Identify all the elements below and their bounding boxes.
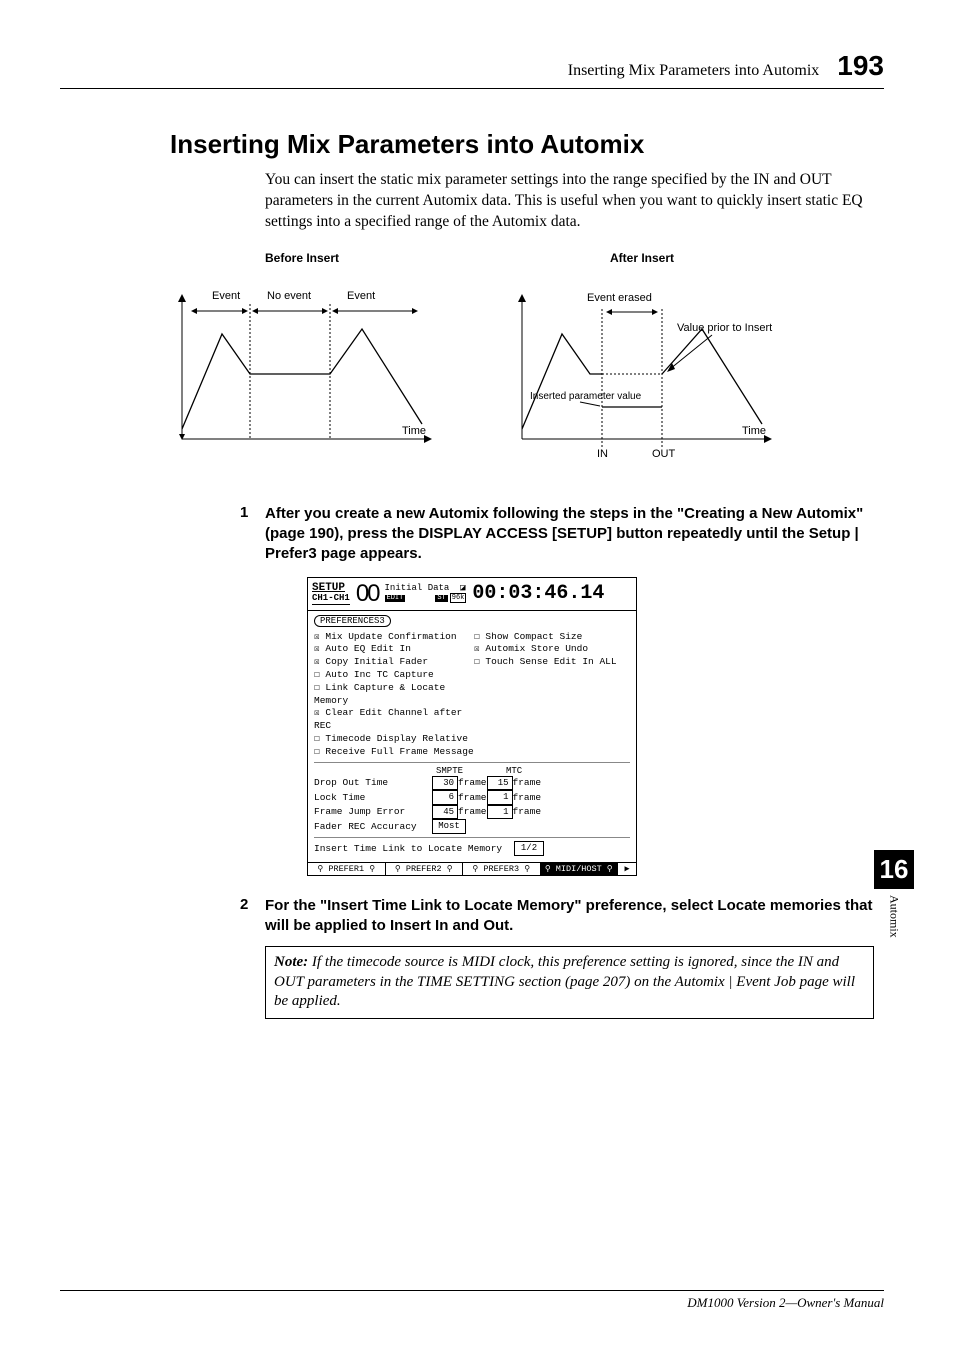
lcd-pref-row: ☒ Copy Initial Fader☐ Touch Sense Edit I… (314, 656, 630, 669)
lcd-fader-val: Most (432, 819, 466, 834)
svg-text:Value prior to Insert: Value prior to Insert (677, 322, 772, 334)
lcd-st-badge: ST (435, 595, 447, 602)
lcd-pref-right (474, 733, 630, 746)
lcd-tab: ⚲ MIDI/HOST ⚲ (541, 863, 619, 875)
lcd-value-row: Frame Jump Error45 frame 1 frame (314, 805, 630, 820)
lcd-value-row: Lock Time6 frame 1 frame (314, 790, 630, 805)
lcd-tab: ⚲ PREFER2 ⚲ (386, 863, 464, 875)
step-1-num: 1 (240, 504, 265, 565)
lcd-value-row: Drop Out Time30 frame 15 frame (314, 776, 630, 791)
lcd-pref-left: ☐ Timecode Display Relative (314, 733, 474, 746)
lcd-tab: ▶ (618, 863, 636, 875)
lcd-big-num: 00 (356, 580, 379, 608)
lcd-value-label: Frame Jump Error (314, 805, 432, 818)
note-label: Note: (274, 954, 308, 970)
footer: DM1000 Version 2—Owner's Manual (60, 1290, 884, 1311)
chapter-tab: 16 Automix (874, 850, 914, 938)
lcd-header: SETUP CH1-CH1 00 Initial Data ◪ EDIT ST9… (308, 578, 636, 611)
lcd-value-mtc: 15 (487, 776, 513, 791)
lcd-pref-left: ☐ Auto Inc TC Capture (314, 669, 474, 682)
lcd-tabs: ⚲ PREFER1 ⚲⚲ PREFER2 ⚲⚲ PREFER3 ⚲⚲ MIDI/… (308, 862, 636, 875)
lcd-pref-right (474, 746, 630, 759)
svg-text:Event: Event (347, 290, 375, 302)
svg-text:Event erased: Event erased (587, 292, 652, 304)
lcd-col-mtc: MTC (506, 766, 522, 776)
svg-text:Event: Event (212, 290, 240, 302)
lcd-pref-left: ☐ Link Capture & Locate Memory (314, 682, 474, 708)
lcd-value-mtc: 1 (487, 805, 513, 820)
lcd-timecode: 00:03:46.14 (472, 582, 604, 605)
lcd-pref-row: ☐ Receive Full Frame Message (314, 746, 630, 759)
svg-text:Inserted parameter value: Inserted parameter value (530, 391, 642, 402)
lcd-pref-left: ☒ Mix Update Confirmation (314, 631, 474, 644)
chapter-number: 16 (874, 850, 914, 889)
lcd-value-mtc: 1 (487, 790, 513, 805)
lcd-pref-row: ☒ Auto EQ Edit In☒ Automix Store Undo (314, 643, 630, 656)
lcd-pref-right: ☒ Automix Store Undo (474, 643, 630, 656)
lcd-insert-label: Insert Time Link to Locate Memory (314, 842, 514, 855)
svg-text:Time: Time (402, 425, 426, 437)
step-1-text: After you create a new Automix following… (265, 504, 874, 565)
chapter-label: Automix (887, 895, 902, 938)
lcd-value-smpte: 30 (432, 776, 458, 791)
intro-paragraph: You can insert the static mix parameter … (265, 170, 874, 233)
lcd-pref-left: ☒ Clear Edit Channel after REC (314, 707, 474, 733)
lcd-insert-val: 1/2 (514, 841, 544, 856)
lcd-pref-row: ☒ Mix Update Confirmation☐ Show Compact … (314, 631, 630, 644)
step-2: 2 For the "Insert Time Link to Locate Me… (240, 896, 874, 937)
lcd-setup-label: SETUP (312, 583, 350, 594)
lcd-pref-left: ☐ Receive Full Frame Message (314, 746, 474, 759)
lcd-pref-row: ☐ Timecode Display Relative (314, 733, 630, 746)
step-1: 1 After you create a new Automix followi… (240, 504, 874, 565)
lcd-pref-right (474, 669, 630, 682)
lcd-screenshot: SETUP CH1-CH1 00 Initial Data ◪ EDIT ST9… (307, 577, 637, 876)
lcd-pref-right (474, 682, 630, 708)
lcd-tab: ⚲ PREFER3 ⚲ (463, 863, 541, 875)
diagram-before-caption: Before Insert (162, 251, 442, 265)
diagram-before: Before Insert (162, 251, 442, 474)
lcd-pref-right (474, 707, 630, 733)
lcd-edit-badge: EDIT (385, 595, 406, 602)
diagram-row: Before Insert (60, 251, 884, 474)
lcd-value-label: Drop Out Time (314, 776, 432, 789)
lcd-pref-right: ☐ Touch Sense Edit In ALL (474, 656, 630, 669)
section-title: Inserting Mix Parameters into Automix (170, 129, 884, 160)
header-title: Inserting Mix Parameters into Automix (568, 62, 820, 80)
lcd-pref-left: ☒ Auto EQ Edit In (314, 643, 474, 656)
step-2-text: For the "Insert Time Link to Locate Memo… (265, 896, 874, 937)
lcd-value-smpte: 6 (432, 790, 458, 805)
lcd-value-label: Lock Time (314, 791, 432, 804)
note-box: Note: If the timecode source is MIDI clo… (265, 946, 874, 1019)
lcd-pref-button: PREFERENCES3 (314, 615, 391, 627)
lcd-pref-left: ☒ Copy Initial Fader (314, 656, 474, 669)
step-2-num: 2 (240, 896, 265, 937)
lcd-ch-label: CH1-CH1 (312, 594, 350, 603)
lcd-khz: 96k (450, 593, 467, 603)
note-text: If the timecode source is MIDI clock, th… (274, 954, 855, 1009)
lcd-col-smpte: SMPTE (436, 766, 506, 776)
svg-text:No event: No event (267, 290, 311, 302)
page-header: Inserting Mix Parameters into Automix 19… (60, 50, 884, 89)
lcd-pref-row: ☒ Clear Edit Channel after REC (314, 707, 630, 733)
diagram-before-svg: Event No event Event Time (162, 269, 442, 469)
lcd-pref-row: ☐ Link Capture & Locate Memory (314, 682, 630, 708)
svg-text:Time: Time (742, 425, 766, 437)
lcd-value-smpte: 45 (432, 805, 458, 820)
page-number: 193 (837, 50, 884, 82)
diagram-after-svg: Event erased Value prior to Insert Inser… (502, 269, 782, 469)
diagram-after-caption: After Insert (502, 251, 782, 265)
lcd-fader-label: Fader REC Accuracy (314, 820, 432, 833)
lcd-pref-right: ☐ Show Compact Size (474, 631, 630, 644)
svg-text:IN: IN (597, 448, 608, 460)
svg-text:OUT: OUT (652, 448, 676, 460)
diagram-after: After Insert Event erased (502, 251, 782, 474)
lcd-tab: ⚲ PREFER1 ⚲ (308, 863, 386, 875)
lock-icon: ◪ (460, 583, 465, 593)
lcd-pref-row: ☐ Auto Inc TC Capture (314, 669, 630, 682)
